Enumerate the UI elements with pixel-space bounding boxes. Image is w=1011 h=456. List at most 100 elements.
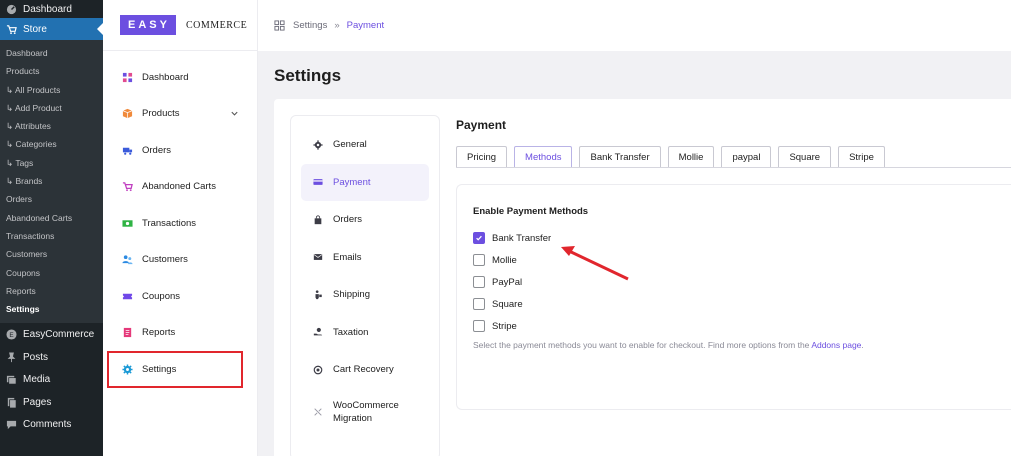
method-stripe[interactable]: Stripe [473,320,517,332]
cart-icon [6,24,17,34]
settings-nav-payment[interactable]: Payment [301,163,429,201]
plugin-menu-abandoned-carts[interactable]: Abandoned Carts [103,169,257,206]
wp-submenu-reports[interactable]: Reports [0,282,103,300]
tab-paypal[interactable]: paypal [721,146,772,168]
wp-submenu-all-products[interactable]: ↳ All Products [0,81,103,99]
settings-nav-taxation-label: Taxation [333,326,369,338]
wp-submenu-brands[interactable]: ↳ Brands [0,172,103,190]
plugin-menu-settings[interactable]: Settings [107,351,243,388]
method-bank-transfer[interactable]: Bank Transfer [473,232,551,244]
wp-submenu-products[interactable]: Products [0,62,103,80]
wp-menu-media[interactable]: Media [0,368,103,391]
wp-submenu-settings[interactable]: Settings [0,300,103,318]
wp-menu-store-label: Store [23,23,47,35]
plugin-menu-coupons-label: Coupons [142,290,181,302]
wp-menu-store[interactable]: Store [0,18,103,40]
tab-mollie[interactable]: Mollie [667,146,715,168]
wp-menu-easycommerce-label: EasyCommerce [23,329,95,341]
addons-page-link[interactable]: Addons page [811,340,861,350]
wp-menu-posts-label: Posts [23,351,49,363]
settings-nav-cart-recovery[interactable]: Cart Recovery [301,351,429,389]
tab-methods[interactable]: Methods [514,146,573,168]
wp-menu-dashboard[interactable]: Dashboard [0,0,103,18]
stripe-label: Stripe [492,320,517,332]
tab-square[interactable]: Square [778,146,832,168]
settings-nav-orders[interactable]: Orders [301,201,429,239]
coupon-ticket-icon [122,293,133,299]
logo-box: EASY [120,15,176,35]
report-document-icon [123,328,132,338]
users-icon [122,255,133,265]
payment-methods-card: Enable Payment Methods Bank Transfer Mol… [456,184,1011,410]
plugin-menu-customers[interactable]: Customers [103,242,257,279]
settings-nav-taxation[interactable]: Taxation [301,314,429,352]
tab-pricing[interactable]: Pricing [456,146,508,168]
breadcrumb-settings[interactable]: Settings [293,20,327,31]
tabs-divider [456,167,1011,168]
method-paypal[interactable]: PayPal [473,276,522,288]
page-title: Settings [274,66,342,85]
checkmark-icon [476,235,482,241]
wp-submenu-tags[interactable]: ↳ Tags [0,154,103,172]
shipping-person-icon [315,290,322,299]
migration-icon [314,407,322,416]
chevron-down-icon[interactable] [230,109,239,118]
wp-submenu-add-product[interactable]: ↳ Add Product [0,99,103,117]
svg-text:E: E [9,332,13,339]
plugin-menu-transactions[interactable]: Transactions [103,205,257,242]
wp-admin-sidebar: Dashboard Store Dashboard Products ↳ All… [0,0,103,456]
wp-submenu-attributes[interactable]: ↳ Attributes [0,117,103,135]
tax-hand-icon [313,328,323,336]
methods-title: Enable Payment Methods [473,206,589,217]
settings-nav-general[interactable]: General [301,126,429,164]
paypal-checkbox[interactable] [473,276,485,288]
wp-submenu-transactions[interactable]: Transactions [0,227,103,245]
tab-stripe[interactable]: Stripe [838,146,885,168]
stripe-checkbox[interactable] [473,320,485,332]
wp-menu-pages[interactable]: Pages [0,391,103,414]
plugin-menu-orders[interactable]: Orders [103,132,257,169]
tab-bank-transfer[interactable]: Bank Transfer [579,146,661,168]
pushpin-icon [7,352,16,362]
square-checkbox[interactable] [473,298,485,310]
plugin-menu-products[interactable]: Products [103,96,257,133]
plugin-menu-coupons[interactable]: Coupons [103,278,257,315]
method-square[interactable]: Square [473,298,523,310]
settings-nav-shipping-label: Shipping [333,289,370,301]
grid-icon [274,20,285,31]
wp-submenu-orders[interactable]: Orders [0,190,103,208]
payment-title: Payment [456,118,507,132]
envelope-icon [313,254,323,261]
wp-menu-posts[interactable]: Posts [0,346,103,369]
plugin-menu-customers-label: Customers [142,254,188,266]
cart-icon [122,182,133,192]
pages-icon [7,397,17,408]
mollie-checkbox[interactable] [473,254,485,266]
comment-bubble-icon [6,421,17,430]
wp-submenu-abandoned-carts[interactable]: Abandoned Carts [0,209,103,227]
plugin-menu-dashboard[interactable]: Dashboard [103,59,257,96]
woocommerce-migration-line2: Migration [333,412,373,424]
settings-nav-cart-recovery-label: Cart Recovery [333,364,394,376]
wp-submenu-dashboard[interactable]: Dashboard [0,44,103,62]
plugin-menu-reports[interactable]: Reports [103,315,257,352]
wp-submenu-customers[interactable]: Customers [0,245,103,263]
recovery-icon [313,365,323,375]
wp-submenu-coupons[interactable]: Coupons [0,264,103,282]
wp-menu-easycommerce[interactable]: E EasyCommerce [0,323,103,346]
bank-transfer-checkbox[interactable] [473,232,485,244]
settings-nav-woocommerce-migration[interactable]: WooCommerce Migration [301,389,429,435]
wp-menu-comments[interactable]: Comments [0,413,103,436]
plugin-sidebar: EASY COMMERCE Dashboard Products Orders … [103,0,258,456]
settings-nav: General Payment Orders Emails Shipping T… [290,115,440,456]
easycommerce-logo[interactable]: EASY COMMERCE [103,0,257,51]
settings-nav-general-label: General [333,139,367,151]
wp-submenu-categories[interactable]: ↳ Categories [0,135,103,153]
settings-nav-shipping[interactable]: Shipping [301,276,429,314]
settings-nav-emails[interactable]: Emails [301,239,429,277]
settings-nav-orders-label: Orders [333,214,363,226]
wp-menu-pages-label: Pages [23,396,52,408]
logo-text: COMMERCE [185,19,248,31]
method-mollie[interactable]: Mollie [473,254,517,266]
settings-nav-payment-label: Payment [333,176,371,188]
